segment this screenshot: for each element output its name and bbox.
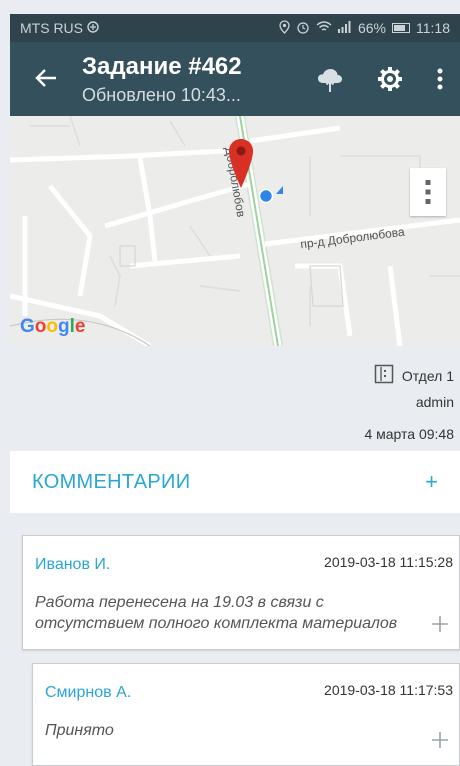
clock: 11:18 — [416, 20, 450, 36]
comment-card: Смирнов А. 2019-03-18 11:17:53 Принято — [32, 663, 460, 766]
vpn-icon — [87, 20, 99, 36]
signal-icon — [337, 20, 352, 36]
my-location-icon — [258, 186, 283, 203]
battery-percent: 66% — [357, 20, 386, 36]
status-bar: MTS RUS 66% 11:18 — [10, 14, 460, 42]
assigned-user: admin — [415, 394, 454, 410]
comment-author: Смирнов А. — [45, 684, 132, 701]
map-view[interactable]: Добролюбов пр-д Добролюбова Google — [10, 116, 460, 346]
overflow-menu-button[interactable] — [420, 42, 460, 116]
add-comment-button[interactable]: + — [425, 469, 438, 495]
location-status-icon — [279, 19, 290, 37]
google-logo: Google — [20, 316, 86, 337]
carrier-name: MTS RUS — [20, 20, 83, 36]
department-name: Отдел 1 — [401, 367, 454, 384]
comments-header: КОММЕНТАРИИ + — [10, 451, 460, 513]
comments-list: Иванов И. 2019-03-18 11:15:28 Работа пер… — [10, 513, 460, 766]
sync-button[interactable] — [300, 42, 360, 116]
comment-card: Иванов И. 2019-03-18 11:15:28 Работа пер… — [22, 535, 460, 650]
page-subtitle: Обновлено 10:43... — [82, 84, 241, 105]
arrow-left-icon — [35, 69, 56, 87]
cloud-upload-icon — [318, 69, 342, 92]
comments-title: КОММЕНТАРИИ — [32, 470, 191, 493]
plus-icon — [432, 732, 448, 748]
alarm-icon — [296, 20, 310, 37]
back-button[interactable] — [10, 64, 82, 94]
comment-time: 2019-03-18 11:17:53 — [324, 682, 453, 698]
wifi-icon — [316, 20, 332, 36]
comment-author: Иванов И. — [35, 556, 111, 573]
department-icon — [374, 364, 394, 387]
comment-text: Работа перенесена на 19.03 в связи с отс… — [35, 594, 398, 632]
task-info: Отдел 1 admin 4 марта 09:48 — [10, 346, 460, 451]
comment-time: 2019-03-18 11:15:28 — [324, 554, 453, 570]
app-bar: Задание #462 Обновлено 10:43... — [10, 42, 460, 116]
comment-text: Принято — [45, 722, 114, 739]
reply-button[interactable] — [431, 615, 449, 637]
battery-icon — [392, 23, 410, 33]
reply-button[interactable] — [431, 731, 449, 753]
gear-icon — [378, 67, 402, 91]
map-marker-icon[interactable] — [228, 138, 254, 190]
plus-icon — [432, 616, 448, 632]
settings-button[interactable] — [360, 42, 420, 116]
more-vertical-icon — [437, 68, 443, 90]
page-title: Задание #462 — [82, 52, 242, 80]
more-vertical-icon — [425, 180, 431, 204]
map-options-button[interactable] — [410, 168, 446, 216]
task-date: 4 марта 09:48 — [364, 426, 454, 442]
